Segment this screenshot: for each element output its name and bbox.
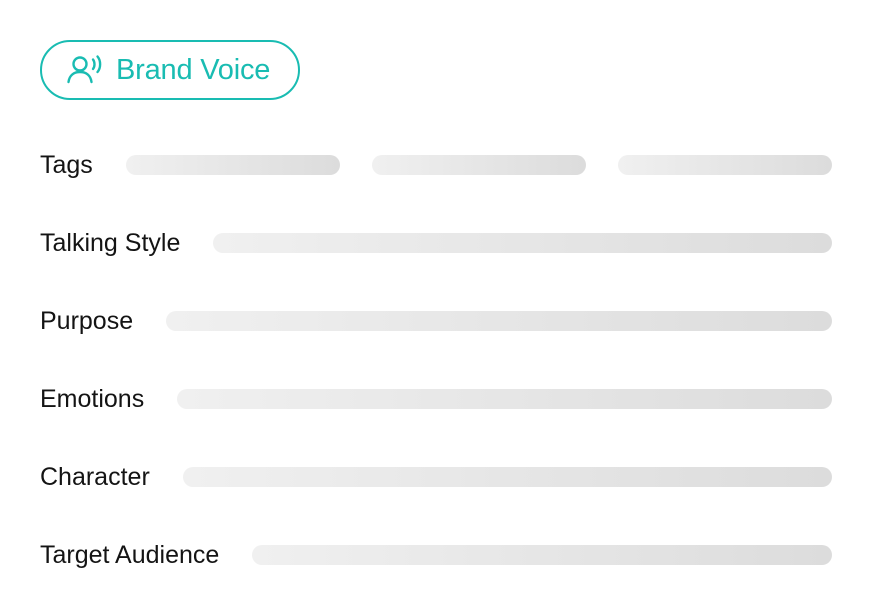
field-label-target-audience: Target Audience	[40, 540, 220, 569]
talking-style-placeholder-bar[interactable]	[213, 233, 832, 253]
field-label-character: Character	[40, 462, 150, 491]
emotions-placeholder-bar[interactable]	[177, 389, 832, 409]
field-label-tags: Tags	[40, 150, 93, 179]
field-row-character: Character	[40, 462, 832, 492]
speaking-person-icon	[66, 54, 106, 86]
purpose-placeholder-bar[interactable]	[166, 311, 832, 331]
brand-voice-label: Brand Voice	[116, 53, 271, 86]
tag-placeholder-bar[interactable]	[125, 155, 340, 175]
character-placeholder-bar[interactable]	[182, 467, 832, 487]
field-row-talking-style: Talking Style	[40, 228, 832, 258]
field-label-emotions: Emotions	[40, 384, 145, 413]
field-row-emotions: Emotions	[40, 384, 832, 414]
target-audience-placeholder-bar[interactable]	[252, 545, 832, 565]
tags-placeholders	[125, 155, 832, 175]
tag-placeholder-bar[interactable]	[371, 155, 586, 175]
field-row-tags: Tags	[40, 150, 832, 180]
brand-voice-button[interactable]: Brand Voice	[40, 40, 300, 100]
field-label-talking-style: Talking Style	[40, 228, 181, 257]
field-label-purpose: Purpose	[40, 306, 134, 335]
field-row-purpose: Purpose	[40, 306, 832, 336]
tag-placeholder-bar[interactable]	[617, 155, 832, 175]
field-row-target-audience: Target Audience	[40, 540, 832, 570]
